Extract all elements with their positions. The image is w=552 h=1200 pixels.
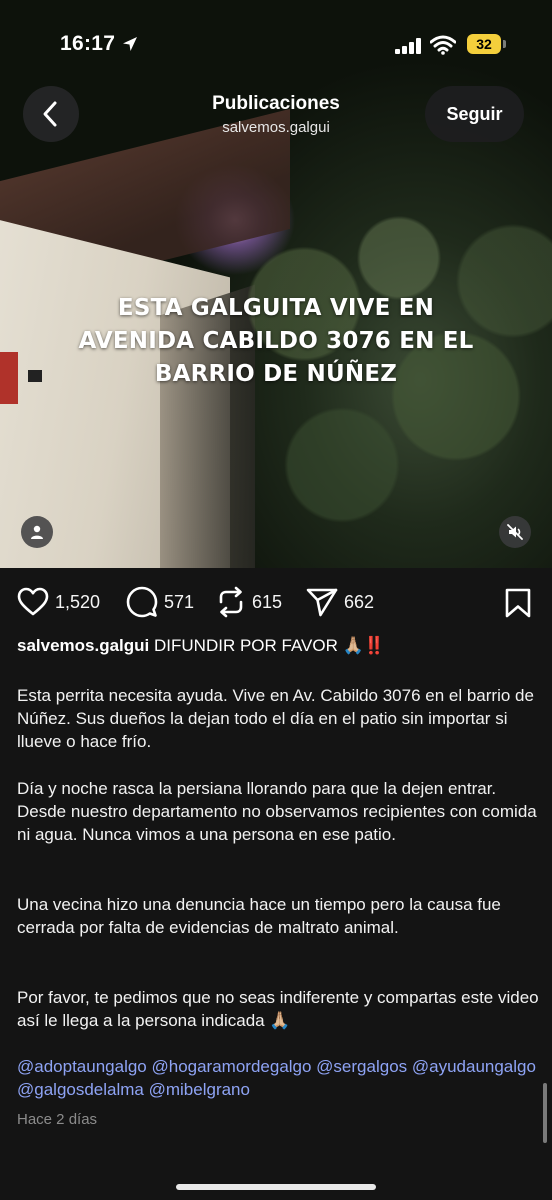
heart-icon <box>17 587 49 616</box>
like-button[interactable]: 1,520 <box>17 582 100 622</box>
follow-button[interactable]: Seguir <box>425 86 524 142</box>
battery-tip <box>503 40 506 48</box>
caption-mentions[interactable]: @adoptaungalgo @hogaramordegalgo @sergal… <box>17 1055 542 1101</box>
post-details: 1,520 571 615 662 salvemos.galgui DIFUND… <box>0 568 552 1200</box>
page-title: Publicaciones <box>212 93 340 114</box>
reply-button[interactable]: 571 <box>126 582 194 622</box>
location-arrow-icon <box>123 37 137 51</box>
caption-username[interactable]: salvemos.galgui <box>17 636 149 655</box>
back-button[interactable] <box>23 86 79 142</box>
wifi-icon <box>430 35 456 55</box>
repost-button[interactable]: 615 <box>216 582 282 622</box>
video-overlay-line: BARRIO DE NÚÑEZ <box>154 361 398 387</box>
scrollbar[interactable] <box>543 1083 547 1143</box>
post-timestamp: Hace 2 días <box>17 1111 98 1128</box>
repost-count: 615 <box>252 591 283 612</box>
speaker-muted-icon <box>507 524 523 540</box>
caption-paragraph: Día y noche rasca la persiana llorando p… <box>17 779 537 844</box>
tagged-people-button[interactable] <box>21 516 53 548</box>
person-icon <box>31 525 43 539</box>
video-overlay-text: ESTA GALGUITA VIVE EN AVENIDA CABILDO 30… <box>60 292 492 391</box>
video-scene-red-box <box>0 352 18 404</box>
like-count: 1,520 <box>55 591 101 612</box>
home-indicator[interactable] <box>176 1184 376 1190</box>
share-button[interactable]: 662 <box>306 582 374 622</box>
caption-title: DIFUNDIR POR FAVOR 🙏🏼‼️ <box>154 636 385 655</box>
video-overlay-line: ESTA GALGUITA VIVE EN <box>117 295 435 321</box>
caption-paragraph: Por favor, te pedimos que no seas indife… <box>17 988 539 1030</box>
share-count: 662 <box>344 591 375 612</box>
chevron-left-icon <box>43 101 57 127</box>
caption-paragraph: Una vecina hizo una denuncia hace un tie… <box>17 895 501 937</box>
video-scene-sensor <box>28 370 42 382</box>
battery-icon: 32 <box>467 34 501 54</box>
repost-icon <box>219 586 243 618</box>
send-icon <box>306 588 338 617</box>
reply-count: 571 <box>164 591 195 612</box>
action-bar: 1,520 571 615 662 <box>0 582 552 622</box>
caption-headline: salvemos.galgui DIFUNDIR POR FAVOR 🙏🏼‼️ <box>17 634 537 658</box>
header-username[interactable]: salvemos.galgui <box>160 119 392 136</box>
status-time: 16:17 <box>60 32 116 55</box>
cellular-signal-icon <box>395 38 421 54</box>
status-bar: 16:17 32 <box>0 0 552 90</box>
mute-button[interactable] <box>499 516 531 548</box>
caption-paragraph: Esta perrita necesita ayuda. Vive en Av.… <box>17 686 534 751</box>
comment-bubble-icon <box>126 586 158 618</box>
bookmark-icon[interactable] <box>505 588 531 618</box>
video-overlay-line: AVENIDA CABILDO 3076 EN EL <box>78 328 474 354</box>
